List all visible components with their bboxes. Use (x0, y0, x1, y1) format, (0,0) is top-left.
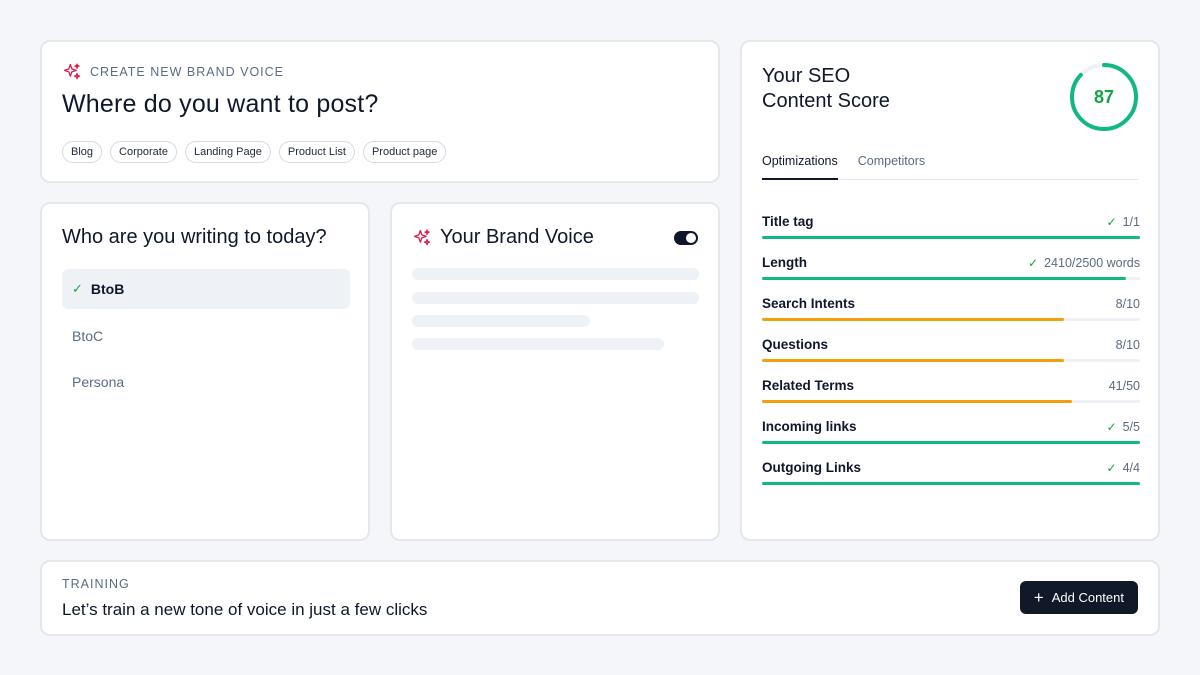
skeleton-line (412, 268, 699, 280)
metric-label: Title tag (762, 214, 814, 229)
metric-progress-fill (762, 236, 1140, 239)
metric-search-intents: Search Intents 8/10 (762, 296, 1140, 326)
chip-blog[interactable]: Blog (62, 141, 103, 163)
audience-option-label: BtoB (90, 281, 125, 297)
metric-label: Questions (762, 337, 829, 352)
metric-progress-fill (762, 441, 1140, 444)
metric-progress-track (762, 359, 1140, 362)
metric-label: Search Intents (762, 296, 856, 311)
destination-chip-list: Blog Corporate Landing Page Product List… (62, 141, 447, 163)
metric-label: Incoming links (762, 419, 857, 434)
skeleton-line (412, 338, 664, 350)
metric-progress-fill (762, 277, 1127, 280)
metric-value: 8/10 (1116, 338, 1140, 352)
metric-outgoing-links: Outgoing Links ✓ 4/4 (762, 460, 1140, 490)
metric-value: ✓ 5/5 (1107, 420, 1140, 434)
metric-progress-fill (762, 359, 1065, 362)
metric-progress-track (762, 482, 1140, 485)
metric-value: ✓ 4/4 (1107, 461, 1140, 475)
chip-corporate[interactable]: Corporate (110, 141, 177, 163)
metric-progress-track (762, 318, 1140, 321)
seo-tabs: Optimizations Competitors (762, 152, 1138, 180)
metric-questions: Questions 8/10 (762, 337, 1140, 367)
tab-optimizations[interactable]: Optimizations (762, 152, 838, 180)
metric-value-text: 8/10 (1115, 297, 1140, 311)
check-icon: ✓ (72, 281, 83, 296)
metric-value-text: 5/5 (1122, 420, 1140, 434)
training-eyebrow: TRAINING (62, 577, 130, 591)
create-brand-voice-eyebrow: CREATE NEW BRAND VOICE (62, 62, 284, 82)
tab-competitors[interactable]: Competitors (858, 152, 925, 180)
check-icon: ✓ (1028, 256, 1039, 270)
score-value: 87 (1093, 86, 1115, 107)
check-icon: ✓ (1106, 420, 1117, 434)
audience-option-label: Persona (72, 374, 125, 390)
metric-value-text: 1/1 (1122, 215, 1140, 229)
metric-progress-track (762, 441, 1140, 444)
chip-product-list[interactable]: Product List (278, 141, 355, 163)
add-content-label: Add Content (1051, 590, 1124, 605)
metric-value-text: 4/4 (1122, 461, 1140, 475)
audience-option-label: BtoC (72, 328, 104, 344)
skeleton-line (412, 292, 699, 304)
metric-value-text: 8/10 (1115, 338, 1140, 352)
metric-value: ✓ 1/1 (1107, 215, 1140, 229)
add-content-button[interactable]: + Add Content (1019, 581, 1138, 614)
metric-related-terms: Related Terms 41/50 (762, 378, 1140, 408)
audience-option-persona[interactable]: Persona (62, 362, 350, 402)
create-brand-voice-card: CREATE NEW BRAND VOICE Where do you want… (40, 40, 720, 183)
training-card: TRAINING Let’s train a new tone of voice… (40, 560, 1160, 636)
metric-value-text: 2410/2500 words (1044, 256, 1140, 270)
metric-length: Length ✓ 2410/2500 words (762, 255, 1140, 285)
brand-voice-card: Your Brand Voice (390, 202, 720, 541)
brand-voice-toggle[interactable] (674, 231, 698, 245)
metric-progress-track (762, 277, 1140, 280)
brand-voice-title: Your Brand Voice (440, 226, 594, 248)
skeleton-line (412, 315, 590, 327)
metric-value: 41/50 (1109, 379, 1140, 393)
metric-incoming-links: Incoming links ✓ 5/5 (762, 419, 1140, 449)
seo-score-title: Your SEO Content Score (762, 64, 962, 114)
metric-title-tag: Title tag ✓ 1/1 (762, 214, 1140, 244)
seo-title-line: Your SEO (762, 65, 851, 87)
metric-progress-fill (762, 482, 1140, 485)
sparkle-icon (63, 63, 81, 80)
seo-title-line: Content Score (762, 90, 890, 112)
metric-label: Outgoing Links (762, 460, 861, 475)
chip-landing-page[interactable]: Landing Page (184, 141, 271, 163)
metric-label: Length (762, 255, 807, 270)
training-description: Let’s train a new tone of voice in just … (62, 600, 428, 619)
metric-value: 8/10 (1116, 297, 1140, 311)
check-icon: ✓ (1106, 461, 1117, 475)
metric-progress-fill (762, 318, 1065, 321)
metric-label: Related Terms (762, 378, 855, 393)
metric-value-text: 41/50 (1108, 379, 1140, 393)
seo-score-card: Your SEO Content Score 87 Optimizations … (740, 40, 1160, 541)
metric-value: ✓ 2410/2500 words (1028, 256, 1140, 270)
plus-icon: + (1033, 588, 1044, 607)
sparkle-icon (413, 228, 431, 245)
chip-product-page[interactable]: Product page (362, 141, 447, 163)
audience-option-btob[interactable]: ✓ BtoB (62, 269, 350, 309)
metric-progress-fill (762, 400, 1072, 403)
check-icon: ✓ (1106, 215, 1117, 229)
metric-progress-track (762, 400, 1140, 403)
brand-voice-header: Your Brand Voice (412, 226, 594, 249)
audience-card: Who are you writing to today? ✓ BtoB Bto… (40, 202, 370, 541)
metric-progress-track (762, 236, 1140, 239)
audience-title: Who are you writing to today? (62, 226, 327, 248)
audience-option-btoc[interactable]: BtoC (62, 316, 350, 356)
eyebrow-label: CREATE NEW BRAND VOICE (90, 65, 285, 79)
post-destination-title: Where do you want to post? (62, 90, 379, 118)
